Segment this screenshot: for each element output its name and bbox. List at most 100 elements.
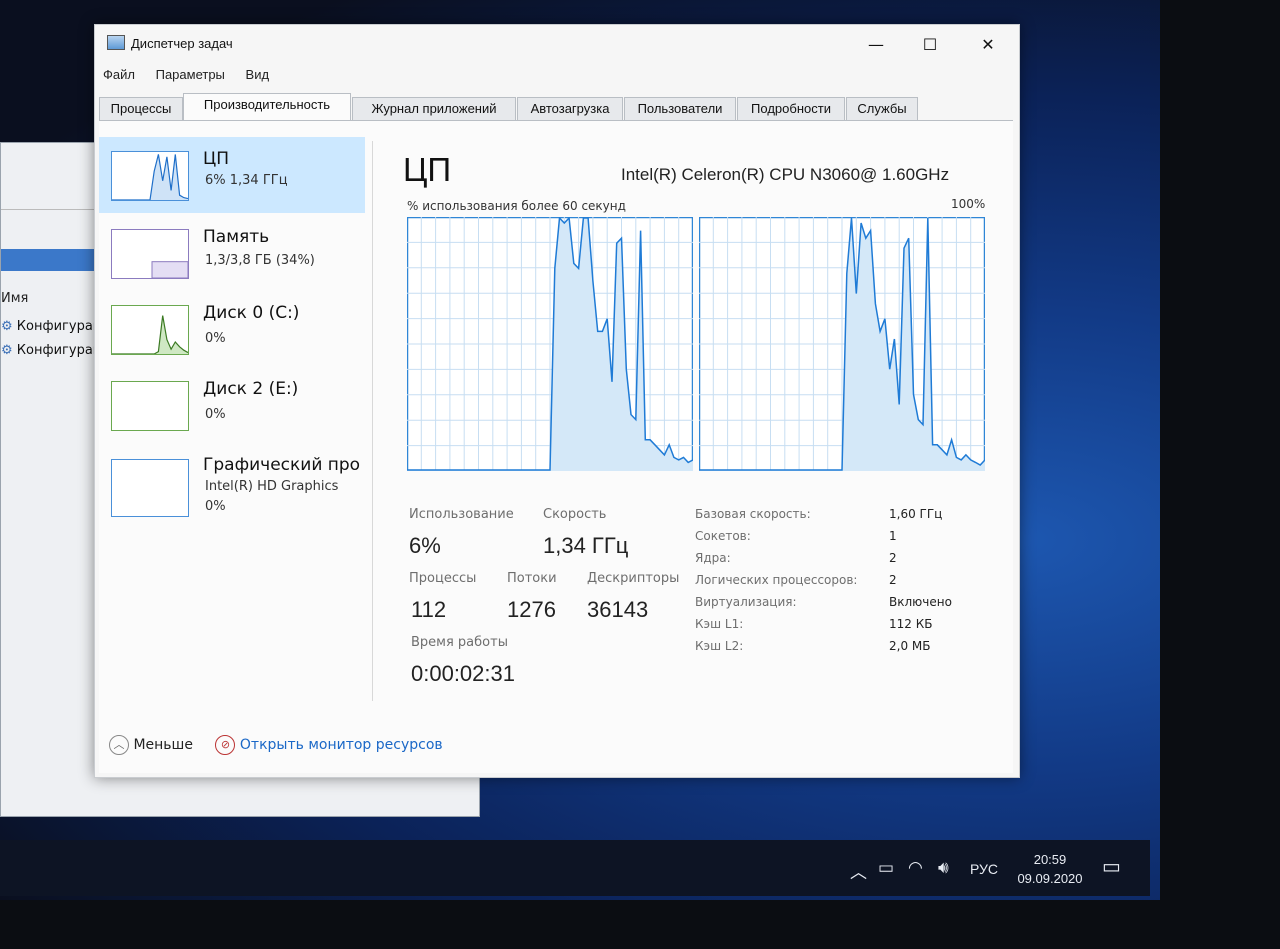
performance-pane: ЦП 6% 1,34 ГГц Память 1,3/3,8 ГБ (34%) Д… — [99, 120, 1013, 773]
list-item-label: Конфигурац — [16, 319, 102, 334]
spec-label: Сокетов: — [695, 529, 751, 543]
spec-value: 2 — [889, 573, 897, 587]
chevron-up-icon: ︿ — [109, 735, 129, 755]
speed-value: 1,34 ГГц — [543, 533, 629, 558]
graph-caption: % использования более 60 секунд — [407, 199, 626, 213]
notification-icon[interactable]: ▭ — [1102, 854, 1121, 879]
list-item[interactable]: ⚙ Конфигурац — [1, 343, 102, 358]
spec-value: 1 — [889, 529, 897, 543]
sidebar-item-gpu[interactable]: Графический про Intel(R) HD Graphics 0% — [99, 443, 369, 519]
language-indicator[interactable]: РУС — [970, 861, 998, 877]
menu-bar: Файл Параметры Вид — [103, 67, 286, 82]
menu-file[interactable]: Файл — [103, 67, 135, 82]
chevron-up-icon[interactable]: ︿ — [850, 858, 867, 883]
fewer-details-label: Меньше — [133, 737, 193, 753]
threads-label: Потоки — [507, 571, 557, 586]
sidebar-item-subtitle: 0% — [205, 331, 226, 346]
sidebar-item-subtitle: 6% 1,34 ГГц — [205, 173, 288, 188]
menu-options[interactable]: Параметры — [156, 67, 225, 82]
divider — [372, 141, 373, 701]
gpu-thumbnail-graph — [111, 459, 189, 517]
sidebar-item-subtitle: 0% — [205, 499, 226, 514]
resource-monitor-icon: ⊘ — [215, 735, 236, 755]
task-manager-icon — [107, 35, 125, 50]
uptime-label: Время работы — [411, 635, 508, 650]
sidebar-item-title: Диск 2 (E:) — [203, 379, 299, 399]
memory-usage-bar — [151, 261, 188, 278]
maximize-button[interactable]: ☐ — [907, 31, 953, 59]
processes-label: Процессы — [409, 571, 477, 586]
tab-startup[interactable]: Автозагрузка — [517, 97, 623, 121]
sidebar-item-title: Графический про — [203, 455, 361, 475]
spec-label: Базовая скорость: — [695, 507, 811, 521]
sidebar-item-title: Диск 0 (C:) — [203, 303, 300, 323]
tab-bar: Процессы Производительность Журнал прило… — [99, 93, 919, 122]
cpu-model: Intel(R) Celeron(R) CPU N3060@ 1.60GHz — [621, 165, 950, 184]
speed-label: Скорость — [543, 507, 607, 522]
clock-time: 20:59 — [1033, 852, 1067, 867]
open-resource-monitor-link[interactable]: ⊘ Открыть монитор ресурсов — [215, 735, 443, 755]
sidebar-item-disk-2[interactable]: Диск 2 (E:) 0% — [99, 367, 365, 443]
processes-value: 112 — [411, 597, 447, 622]
usage-value: 6% — [409, 533, 441, 558]
column-header-name[interactable]: Имя — [1, 291, 28, 306]
thumbnail-area — [112, 315, 188, 354]
disk-thumbnail-graph — [111, 381, 189, 431]
disk-thumbnail-graph — [111, 305, 189, 355]
spec-label: Ядра: — [695, 551, 731, 565]
graph-max-label: 100% — [951, 197, 986, 211]
sidebar-item-disk-0[interactable]: Диск 0 (C:) 0% — [99, 291, 365, 367]
handles-label: Дескрипторы — [587, 571, 680, 586]
cpu-graph-core-1 — [698, 216, 986, 472]
settings-icon: ⚙ — [1, 319, 13, 334]
battery-icon[interactable]: ▭ — [878, 858, 894, 878]
spec-label: Виртуализация: — [695, 595, 797, 609]
fewer-details-button[interactable]: ︿ Меньше — [109, 735, 197, 755]
volume-icon[interactable]: 🔊︎ — [938, 858, 949, 878]
sidebar-item-title: Память — [203, 227, 270, 247]
sidebar-item-cpu[interactable]: ЦП 6% 1,34 ГГц — [99, 137, 365, 213]
task-manager-window: Диспетчер задач — ☐ ✕ Файл Параметры Вид… — [94, 24, 1020, 778]
page-title: ЦП — [403, 151, 452, 188]
minimize-button[interactable]: — — [853, 31, 899, 59]
threads-value: 1276 — [507, 597, 556, 622]
window-title: Диспетчер задач — [131, 36, 233, 51]
tab-details[interactable]: Подробности — [737, 97, 845, 121]
title-bar[interactable]: Диспетчер задач — [107, 35, 233, 51]
uptime-value: 0:00:02:31 — [411, 661, 515, 686]
cpu-thumbnail-graph — [111, 151, 189, 201]
tab-users[interactable]: Пользователи — [624, 97, 736, 121]
tab-app-history[interactable]: Журнал приложений — [352, 97, 516, 121]
usage-label: Использование — [409, 507, 514, 522]
sidebar-item-subtitle: 0% — [205, 407, 226, 422]
spec-value: Включено — [889, 595, 952, 609]
sidebar-item-title: ЦП — [203, 149, 229, 169]
spec-label: Кэш L2: — [695, 639, 744, 653]
wifi-icon[interactable]: ◠ — [908, 858, 923, 878]
sidebar-item-subtitle: 1,3/3,8 ГБ (34%) — [205, 253, 315, 268]
spec-value: 1,60 ГГц — [889, 507, 943, 521]
tab-processes[interactable]: Процессы — [99, 97, 183, 121]
memory-thumbnail-graph — [111, 229, 189, 279]
settings-icon: ⚙ — [1, 343, 13, 358]
tab-services[interactable]: Службы — [846, 97, 918, 121]
clock-date: 09.09.2020 — [1017, 871, 1083, 886]
taskbar: ︿ ▭ ◠ 🔊︎ РУС 20:59 09.09.2020 ▭ — [0, 840, 1150, 896]
tab-performance[interactable]: Производительность — [183, 93, 351, 122]
spec-label: Логических процессоров: — [695, 573, 858, 587]
list-item[interactable]: ⚙ Конфигурац — [1, 319, 102, 334]
cpu-graph-core-0 — [406, 216, 694, 472]
close-button[interactable]: ✕ — [965, 31, 1011, 59]
list-item-label: Конфигурац — [16, 343, 102, 358]
spec-value: 2,0 МБ — [889, 639, 931, 653]
spec-value: 112 КБ — [889, 617, 933, 631]
handles-value: 36143 — [587, 597, 649, 622]
menu-view[interactable]: Вид — [246, 67, 270, 82]
spec-label: Кэш L1: — [695, 617, 744, 631]
clock[interactable]: 20:59 09.09.2020 — [1010, 850, 1090, 888]
sidebar-item-memory[interactable]: Память 1,3/3,8 ГБ (34%) — [99, 215, 365, 291]
resource-monitor-label: Открыть монитор ресурсов — [239, 737, 443, 753]
footer: ︿ Меньше ⊘ Открыть монитор ресурсов — [109, 735, 443, 755]
spec-value: 2 — [889, 551, 897, 565]
sidebar-item-subtitle: Intel(R) HD Graphics — [205, 479, 339, 494]
